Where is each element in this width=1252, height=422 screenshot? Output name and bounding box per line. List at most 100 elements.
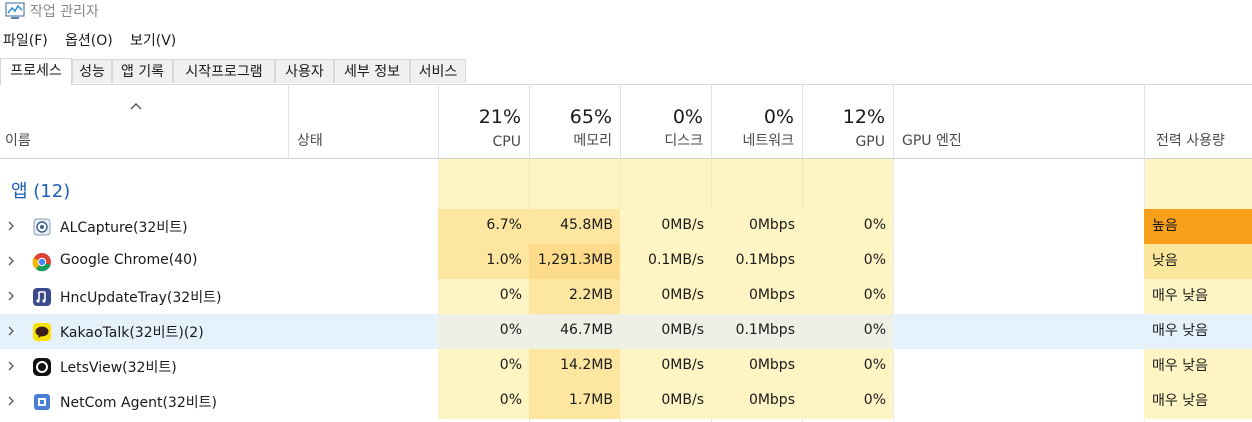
title-bar: 작업 관리자 (0, 0, 1252, 24)
column-cpu-header[interactable]: 21% CPU (438, 84, 529, 158)
process-name: ALCapture(32비트) (60, 220, 188, 236)
tab-bar: 프로세스 성능 앱 기록 시작프로그램 사용자 세부 정보 서비스 (0, 58, 1252, 85)
cpu-value: 0% (499, 322, 522, 338)
chevron-right-icon[interactable] (6, 360, 16, 372)
gpu-value: 0% (863, 357, 886, 373)
disk-total-percent: 0% (672, 106, 703, 128)
column-cpu-label: CPU (492, 134, 521, 150)
network-value: 0Mbps (748, 287, 795, 303)
network-value: 0.1Mbps (735, 252, 795, 268)
column-memory-header[interactable]: 65% 메모리 (529, 84, 620, 158)
memory-value: 1,291.3MB (537, 252, 613, 268)
menu-file[interactable]: 파일(F) (3, 30, 48, 50)
network-value: 0Mbps (748, 392, 795, 408)
tab-details[interactable]: 세부 정보 (334, 59, 410, 83)
network-value: 0Mbps (748, 357, 795, 373)
memory-value: 46.7MB (560, 322, 613, 338)
tab-app-history[interactable]: 앱 기록 (112, 59, 173, 83)
column-status-header[interactable]: 상태 (288, 84, 438, 158)
memory-value: 2.2MB (569, 287, 613, 303)
tab-processes[interactable]: 프로세스 (0, 58, 72, 85)
power-usage-cell: 매우 낮음 (1144, 384, 1252, 419)
power-usage-cell: 매우 낮음 (1144, 314, 1252, 349)
process-row-letsview[interactable]: LetsView(32비트) 0% 14.2MB 0MB/s 0Mbps 0% … (0, 349, 1252, 384)
column-power-header[interactable]: 전력 사용량 (1144, 84, 1252, 158)
process-row-chrome[interactable]: Google Chrome(40) 1.0% 1,291.3MB 0.1MB/s… (0, 244, 1252, 279)
column-memory-label: 메모리 (573, 133, 612, 149)
column-disk-label: 디스크 (664, 133, 703, 149)
disk-value: 0MB/s (661, 217, 704, 233)
process-name: LetsView(32비트) (60, 360, 177, 376)
column-network-label: 네트워크 (742, 133, 794, 149)
menu-view[interactable]: 보기(V) (130, 30, 176, 50)
kakaotalk-icon (33, 323, 51, 341)
column-gpu-engine-header[interactable]: GPU 엔진 (893, 84, 1144, 158)
chevron-right-icon[interactable] (6, 290, 16, 302)
disk-value: 0MB/s (661, 357, 704, 373)
tab-users[interactable]: 사용자 (275, 59, 334, 83)
network-value: 0Mbps (748, 217, 795, 233)
disk-value: 0MB/s (661, 287, 704, 303)
column-disk-header[interactable]: 0% 디스크 (620, 84, 711, 158)
chevron-right-icon[interactable] (6, 255, 16, 267)
task-manager-icon (5, 2, 25, 19)
power-usage-cell: 높음 (1144, 209, 1252, 244)
hnc-update-icon (33, 288, 51, 306)
cpu-value: 1.0% (486, 252, 522, 268)
power-usage-cell: 매우 낮음 (1144, 349, 1252, 384)
memory-value: 45.8MB (560, 217, 613, 233)
chevron-right-icon[interactable] (6, 220, 16, 232)
gpu-value: 0% (863, 287, 886, 303)
heat-background (438, 159, 893, 209)
memory-value: 14.2MB (560, 357, 613, 373)
process-row-alcapture[interactable]: ALCapture(32비트) 6.7% 45.8MB 0MB/s 0Mbps … (0, 209, 1252, 244)
column-status-label: 상태 (297, 133, 323, 149)
disk-value: 0.1MB/s (648, 252, 704, 268)
chrome-icon (32, 253, 51, 272)
process-row-kakaotalk[interactable]: KakaoTalk(32비트)(2) 0% 46.7MB 0MB/s 0.1Mb… (0, 314, 1252, 349)
group-apps-label[interactable]: 앱 (12) (11, 177, 70, 203)
tab-performance[interactable]: 성능 (72, 59, 112, 83)
chevron-right-icon[interactable] (6, 325, 16, 337)
sort-up-icon (130, 103, 142, 110)
window-title: 작업 관리자 (30, 4, 99, 20)
memory-total-percent: 65% (569, 106, 612, 128)
process-list: 앱 (12) ALCapture(32비트) 6.7% 45.8MB 0MB/s… (0, 159, 1252, 422)
column-power-label: 전력 사용량 (1156, 133, 1225, 149)
process-name: Google Chrome(40) (60, 252, 198, 268)
column-gpu-header[interactable]: 12% GPU (802, 84, 893, 158)
power-usage-cell: 낮음 (1144, 244, 1252, 279)
cpu-value: 6.7% (486, 217, 522, 233)
process-name: KakaoTalk(32비트)(2) (60, 325, 204, 341)
network-value: 0.1Mbps (735, 322, 795, 338)
tab-services[interactable]: 서비스 (410, 59, 466, 83)
disk-value: 0MB/s (661, 322, 704, 338)
process-row-netcom-agent[interactable]: NetCom Agent(32비트) 0% 1.7MB 0MB/s 0Mbps … (0, 384, 1252, 419)
column-header: 이름 상태 21% CPU 65% 메모리 0% 디스크 0% 네트워크 12%… (0, 84, 1252, 159)
cpu-total-percent: 21% (478, 106, 521, 128)
letsview-icon (33, 358, 51, 376)
process-name: HncUpdateTray(32비트) (60, 290, 222, 306)
process-name: NetCom Agent(32비트) (60, 395, 217, 411)
cpu-value: 0% (499, 357, 522, 373)
cpu-value: 0% (499, 392, 522, 408)
gpu-value: 0% (863, 252, 886, 268)
gpu-value: 0% (863, 322, 886, 338)
column-network-header[interactable]: 0% 네트워크 (711, 84, 802, 158)
column-name-header[interactable]: 이름 (0, 84, 288, 158)
process-row-hncupdatetray[interactable]: HncUpdateTray(32비트) 0% 2.2MB 0MB/s 0Mbps… (0, 279, 1252, 314)
gpu-total-percent: 12% (842, 106, 885, 128)
cpu-value: 0% (499, 287, 522, 303)
gpu-value: 0% (863, 217, 886, 233)
column-gpu-label: GPU (855, 134, 885, 150)
tab-startup[interactable]: 시작프로그램 (173, 59, 275, 83)
column-name-label: 이름 (5, 133, 31, 149)
memory-value: 1.7MB (569, 392, 613, 408)
chevron-right-icon[interactable] (6, 395, 16, 407)
column-gpu-engine-label: GPU 엔진 (902, 133, 962, 149)
menu-options[interactable]: 옵션(O) (65, 30, 113, 50)
disk-value: 0MB/s (661, 392, 704, 408)
heat-background (1144, 159, 1252, 209)
gpu-value: 0% (863, 392, 886, 408)
network-total-percent: 0% (763, 106, 794, 128)
